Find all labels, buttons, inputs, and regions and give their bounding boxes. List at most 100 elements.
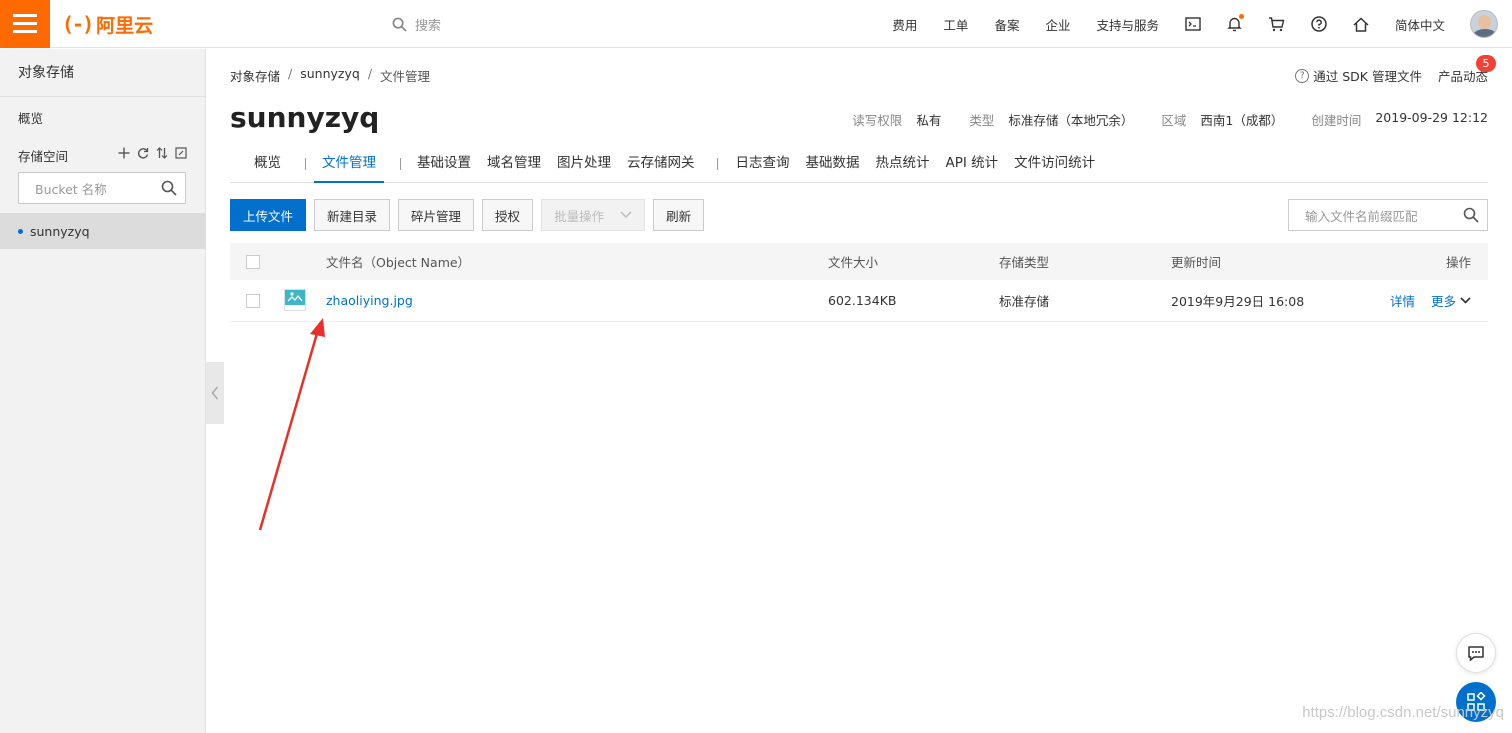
top-links: ? 通过 SDK 管理文件 产品动态 5 bbox=[1295, 55, 1496, 85]
fragment-management-button[interactable]: 碎片管理 bbox=[398, 199, 475, 231]
help-icon[interactable] bbox=[1298, 16, 1340, 32]
watermark: https://blog.csdn.net/sunnyzyq bbox=[1302, 704, 1504, 721]
sidebar-item-overview[interactable]: 概览 bbox=[0, 97, 205, 140]
chat-button[interactable] bbox=[1456, 633, 1496, 673]
meta-acl-value: 私有 bbox=[916, 113, 942, 128]
bucket-search-placeholder: Bucket 名称 bbox=[35, 181, 107, 197]
tab-basic-settings[interactable]: 基础设置 bbox=[409, 155, 479, 183]
sidebar: 对象存储 概览 存储空间 Bucket 名称 sunnyzyq bbox=[0, 49, 206, 733]
sidebar-title: 对象存储 bbox=[0, 49, 205, 97]
tab-bar: 概览 文件管理 基础设置 域名管理 图片处理 云存储网关 日志查询 基础数据 热… bbox=[230, 155, 1488, 183]
expand-icon[interactable] bbox=[175, 147, 187, 163]
file-table: 文件名（Object Name） 文件大小 存储类型 更新时间 操作 zhaol… bbox=[230, 243, 1488, 322]
home-icon[interactable] bbox=[1340, 16, 1382, 32]
search-icon bbox=[392, 17, 407, 32]
storage-space-header: 存储空间 bbox=[0, 140, 205, 170]
new-directory-button[interactable]: 新建目录 bbox=[314, 199, 391, 231]
sdk-link-label: 通过 SDK 管理文件 bbox=[1313, 69, 1422, 84]
logo-text: 阿里云 bbox=[96, 14, 154, 37]
aliyun-logo[interactable]: (-) 阿里云 bbox=[62, 12, 154, 37]
refresh-button[interactable]: 刷新 bbox=[653, 199, 705, 231]
meta-region-key: 区域 bbox=[1161, 113, 1187, 128]
meta-acl-key: 读写权限 bbox=[852, 113, 903, 128]
chevron-down-icon bbox=[1460, 297, 1471, 304]
product-news-link[interactable]: 产品动态 5 bbox=[1438, 55, 1496, 85]
tab-overview[interactable]: 概览 bbox=[230, 155, 305, 183]
page-title: sunnyzyq bbox=[230, 101, 380, 134]
batch-operation-button[interactable]: 批量操作 bbox=[541, 199, 646, 231]
sdk-link[interactable]: ? 通过 SDK 管理文件 bbox=[1295, 66, 1422, 85]
header-name: 文件名（Object Name） bbox=[326, 255, 471, 270]
breadcrumb: 对象存储 / sunnyzyq / 文件管理 bbox=[230, 66, 431, 85]
product-news-badge: 5 bbox=[1476, 55, 1496, 72]
breadcrumb-current: 文件管理 bbox=[380, 69, 431, 84]
upload-button[interactable]: 上传文件 bbox=[230, 199, 307, 231]
sidebar-collapse-handle[interactable] bbox=[206, 362, 224, 424]
nav-support[interactable]: 支持与服务 bbox=[1083, 15, 1172, 34]
cart-icon[interactable] bbox=[1256, 16, 1298, 32]
tab-basic-data[interactable]: 基础数据 bbox=[798, 155, 868, 183]
top-nav: 费用 工单 备案 企业 支持与服务 简体中文 bbox=[879, 0, 1512, 48]
file-name-link[interactable]: zhaoliying.jpg bbox=[326, 293, 413, 308]
top-bar: (-) 阿里云 搜索 费用 工单 备案 企业 支持与服务 简体中文 bbox=[0, 0, 1512, 48]
chevron-down-icon bbox=[620, 211, 632, 219]
avatar[interactable] bbox=[1470, 10, 1498, 38]
batch-operation-label: 批量操作 bbox=[554, 208, 605, 224]
more-label: 更多 bbox=[1430, 294, 1456, 309]
tab-domain[interactable]: 域名管理 bbox=[479, 155, 549, 183]
meta-type-key: 类型 bbox=[969, 113, 995, 128]
more-dropdown[interactable]: 更多 bbox=[1431, 291, 1471, 310]
file-search-input[interactable]: 输入文件名前缀匹配 bbox=[1288, 199, 1488, 231]
table-row: zhaoliying.jpg 602.134KB 标准存储 2019年9月29日… bbox=[230, 280, 1488, 322]
toolbar: 上传文件 新建目录 碎片管理 授权 批量操作 刷新 输入文件名前缀匹配 bbox=[230, 199, 1488, 231]
nav-icp[interactable]: 备案 bbox=[981, 15, 1032, 34]
nav-enterprise[interactable]: 企业 bbox=[1032, 15, 1083, 34]
tab-hot-stats[interactable]: 热点统计 bbox=[868, 155, 938, 183]
bell-icon[interactable] bbox=[1214, 14, 1256, 32]
header-size: 文件大小 bbox=[828, 255, 879, 270]
breadcrumb-bucket[interactable]: sunnyzyq bbox=[300, 66, 360, 85]
bucket-meta: 读写权限 私有 类型 标准存储（本地冗余） 区域 西南1（成都） 创建时间 20… bbox=[852, 110, 1488, 129]
meta-created-value: 2019-09-29 12:12 bbox=[1375, 110, 1488, 125]
menu-icon[interactable] bbox=[0, 0, 50, 48]
language-switch[interactable]: 简体中文 bbox=[1382, 15, 1458, 34]
table-header: 文件名（Object Name） 文件大小 存储类型 更新时间 操作 bbox=[230, 243, 1488, 280]
detail-link[interactable]: 详情 bbox=[1390, 291, 1415, 310]
logo-mark: (-) bbox=[62, 12, 94, 36]
authorize-button[interactable]: 授权 bbox=[482, 199, 534, 231]
header-time: 更新时间 bbox=[1171, 255, 1222, 270]
nav-fees[interactable]: 费用 bbox=[879, 15, 930, 34]
row-checkbox[interactable] bbox=[246, 293, 260, 308]
row-actions: 详情 更多 bbox=[1390, 291, 1471, 310]
bucket-item-label: sunnyzyq bbox=[30, 223, 90, 239]
bucket-search-input[interactable]: Bucket 名称 bbox=[18, 172, 186, 204]
top-search-placeholder: 搜索 bbox=[415, 18, 442, 34]
nav-tickets[interactable]: 工单 bbox=[930, 15, 981, 34]
meta-region-value: 西南1（成都） bbox=[1200, 113, 1284, 128]
tab-file-access-stats[interactable]: 文件访问统计 bbox=[1006, 155, 1103, 183]
chevron-left-icon bbox=[211, 386, 219, 400]
notification-dot bbox=[1238, 14, 1244, 19]
add-bucket-icon[interactable] bbox=[118, 147, 130, 163]
terminal-icon[interactable] bbox=[1172, 17, 1214, 31]
meta-created-key: 创建时间 bbox=[1311, 113, 1362, 128]
tab-file-management[interactable]: 文件管理 bbox=[314, 155, 384, 183]
tab-image-processing[interactable]: 图片处理 bbox=[549, 155, 619, 183]
sort-icon[interactable] bbox=[156, 147, 168, 163]
file-search-placeholder: 输入文件名前缀匹配 bbox=[1305, 208, 1418, 224]
refresh-icon[interactable] bbox=[137, 147, 149, 163]
tab-storage-gateway[interactable]: 云存储网关 bbox=[619, 155, 703, 183]
tab-api-stats[interactable]: API 统计 bbox=[938, 155, 1007, 183]
file-storage-type: 标准存储 bbox=[999, 294, 1050, 309]
breadcrumb-oss[interactable]: 对象存储 bbox=[230, 66, 280, 85]
search-icon[interactable] bbox=[1463, 207, 1479, 223]
top-search[interactable]: 搜索 bbox=[392, 14, 441, 34]
tab-log-query[interactable]: 日志查询 bbox=[728, 155, 798, 183]
storage-space-label: 存储空间 bbox=[18, 148, 69, 164]
header-op: 操作 bbox=[1445, 255, 1471, 270]
bucket-item-sunnyzyq[interactable]: sunnyzyq bbox=[0, 213, 205, 249]
chat-icon bbox=[1468, 645, 1484, 662]
select-all-checkbox[interactable] bbox=[246, 254, 260, 269]
meta-type-value: 标准存储（本地冗余） bbox=[1008, 113, 1134, 128]
search-icon[interactable] bbox=[161, 180, 177, 196]
